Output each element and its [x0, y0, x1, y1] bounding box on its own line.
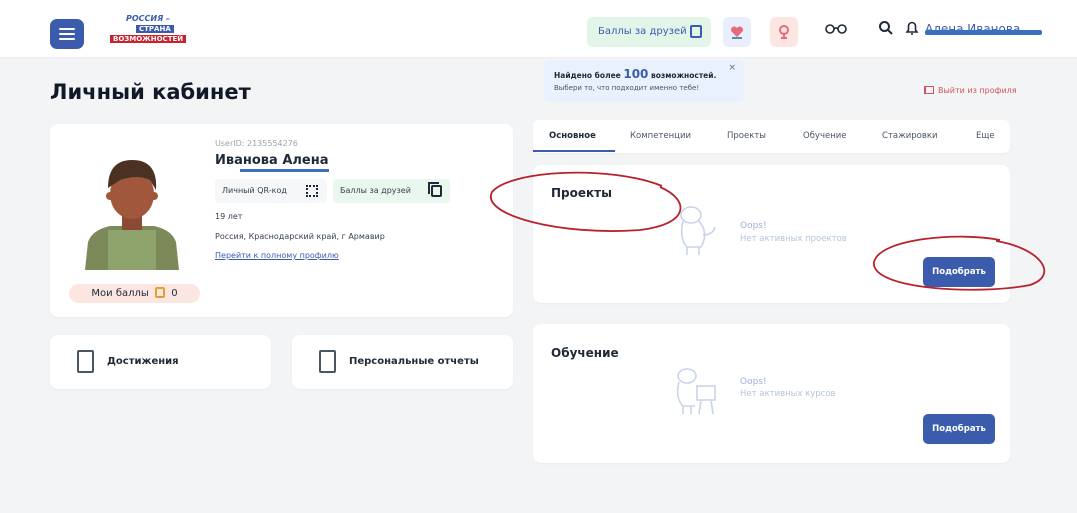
opportunities-tooltip: Найдено более 100 возможностей. Выбери т…: [544, 60, 744, 102]
tooltip-line2: Выбери то, что подходит именно тебе!: [554, 84, 700, 92]
projects-empty-text: Нет активных проектов: [740, 234, 847, 244]
profile-tabs: Основное Компетенции Проекты Обучение Ст…: [533, 120, 1010, 153]
friends-points-button[interactable]: Баллы за друзей: [587, 17, 711, 47]
logout-label: Выйти из профиля: [938, 86, 1017, 95]
menu-icon-line: [59, 38, 75, 40]
trophy-button[interactable]: [770, 17, 798, 47]
menu-icon: [59, 28, 75, 30]
redaction-mark: [925, 30, 1042, 35]
tab-internships[interactable]: Стажировки: [882, 131, 938, 141]
dinosaur-teacher-icon: [676, 368, 716, 415]
personal-reports-label: Персональные отчеты: [349, 356, 479, 367]
report-icon: [319, 350, 336, 373]
learning-title: Обучение: [551, 346, 619, 360]
tab-main[interactable]: Основное: [549, 131, 596, 141]
logout-link[interactable]: Выйти из профиля: [924, 86, 1017, 95]
qr-code-icon: [306, 185, 318, 197]
tab-more[interactable]: Еще: [976, 131, 995, 141]
points-label: Мои баллы: [91, 288, 149, 299]
coin-icon: [690, 25, 702, 38]
tab-learning[interactable]: Обучение: [803, 131, 847, 141]
certificate-icon: [77, 350, 94, 373]
my-points-badge[interactable]: Мои баллы 0: [69, 284, 200, 303]
top-bar: РОССИЯ – СТРАНА ВОЗМОЖНОСТЕЙ Баллы за др…: [0, 0, 1077, 58]
learning-pick-button[interactable]: Подобрать: [923, 414, 995, 444]
profile-age: 19 лет: [215, 212, 243, 221]
points-value: 0: [171, 288, 178, 299]
bell-icon: [905, 21, 919, 35]
projects-pick-button[interactable]: Подобрать: [923, 257, 995, 287]
tab-projects[interactable]: Проекты: [727, 131, 766, 141]
dinosaur-icon: [680, 206, 716, 255]
search-icon: [879, 21, 893, 35]
accessibility-button[interactable]: [825, 20, 847, 39]
personal-reports-card[interactable]: Персональные отчеты: [292, 335, 513, 389]
search-button[interactable]: [878, 20, 894, 40]
page-title: Личный кабинет: [50, 80, 251, 104]
achievements-label: Достижения: [107, 356, 179, 367]
coin-icon: [155, 287, 166, 298]
learning-section: Обучение Oops! Нет активных курсов Подоб…: [533, 324, 1010, 463]
qr-code-button[interactable]: Личный QR-код: [215, 179, 327, 203]
notifications-button[interactable]: [905, 20, 919, 40]
favorites-button[interactable]: [723, 17, 751, 47]
projects-empty-title: Oops!: [740, 221, 767, 231]
glasses-icon: [825, 24, 847, 34]
avatar: [85, 160, 179, 270]
learning-empty-title: Oops!: [740, 377, 767, 387]
projects-section: Проекты Oops! Нет активных проектов Подо…: [533, 165, 1010, 303]
logo-line3: ВОЗМОЖНОСТЕЙ: [110, 35, 187, 43]
logo-line2: СТРАНА: [136, 25, 174, 33]
copy-icon[interactable]: [428, 182, 442, 197]
profile-name: Иванова Алена: [215, 153, 329, 168]
logo-line1: РОССИЯ –: [126, 14, 171, 23]
profile-card: Мои баллы 0 UserID: 2135554276 Иванова А…: [50, 124, 513, 317]
achievements-card[interactable]: Достижения: [50, 335, 271, 389]
active-tab-indicator: [533, 150, 615, 152]
logo[interactable]: РОССИЯ – СТРАНА ВОЗМОЖНОСТЕЙ: [110, 14, 194, 48]
projects-title: Проекты: [551, 186, 612, 200]
heart-icon: [730, 26, 744, 39]
full-profile-link[interactable]: Перейти к полному профилю: [215, 251, 339, 260]
friends-points-label: Баллы за друзей: [598, 26, 687, 37]
redaction-mark: [240, 169, 329, 172]
qr-code-label: Личный QR-код: [222, 186, 287, 195]
menu-icon-line: [59, 33, 75, 35]
menu-button[interactable]: [50, 19, 84, 49]
learning-empty-text: Нет активных курсов: [740, 389, 836, 399]
friends-points-chip[interactable]: Баллы за друзей: [333, 179, 450, 203]
tab-competencies[interactable]: Компетенции: [630, 131, 691, 141]
logout-icon: [924, 86, 934, 94]
profile-location: Россия, Краснодарский край, г Армавир: [215, 232, 385, 241]
close-icon[interactable]: ×: [728, 63, 736, 73]
friends-chip-label: Баллы за друзей: [340, 186, 411, 195]
user-id: UserID: 2135554276: [215, 139, 298, 148]
trophy-icon: [779, 25, 789, 39]
tooltip-line1: Найдено более 100 возможностей.: [554, 67, 717, 81]
